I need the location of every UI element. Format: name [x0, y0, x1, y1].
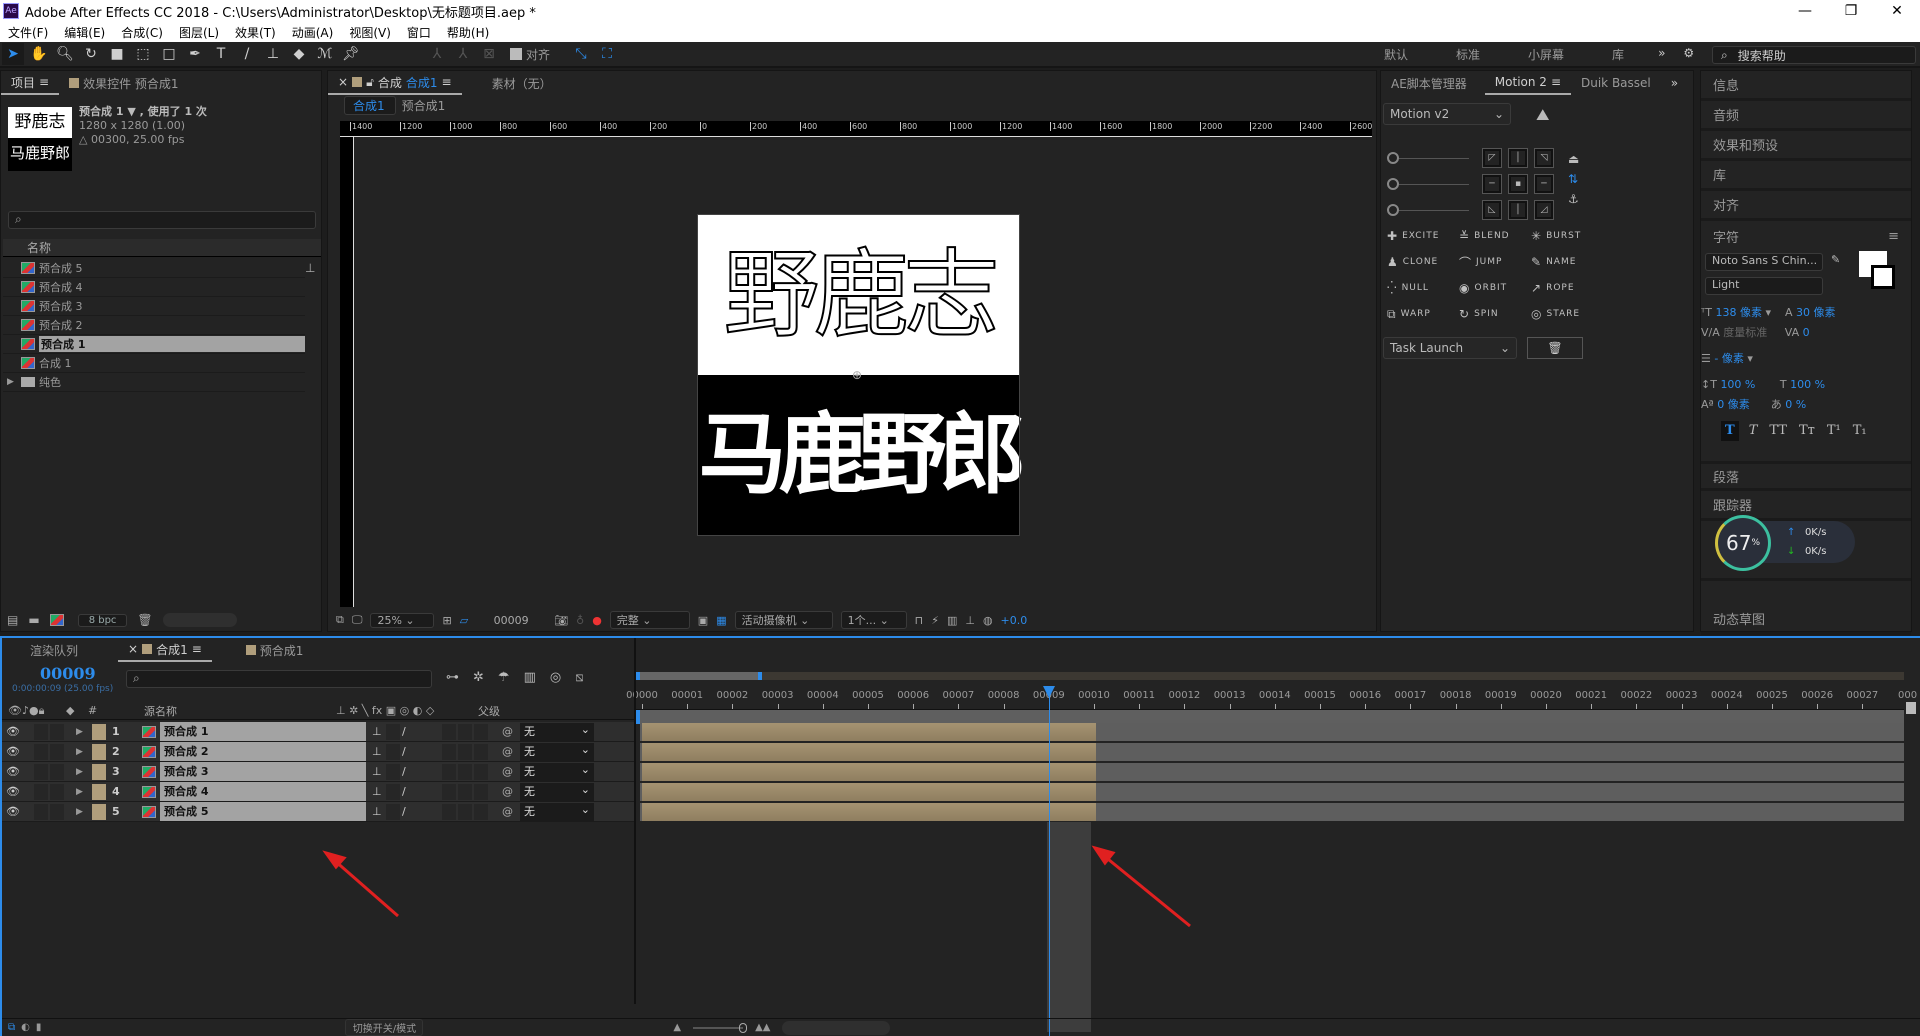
annotation-arrows [0, 0, 1920, 1036]
network-monitor: 67% [1715, 515, 1771, 571]
net-percent: 67 [1726, 531, 1751, 555]
red-arrow-left [326, 853, 398, 916]
red-arrow-right [1095, 848, 1190, 926]
